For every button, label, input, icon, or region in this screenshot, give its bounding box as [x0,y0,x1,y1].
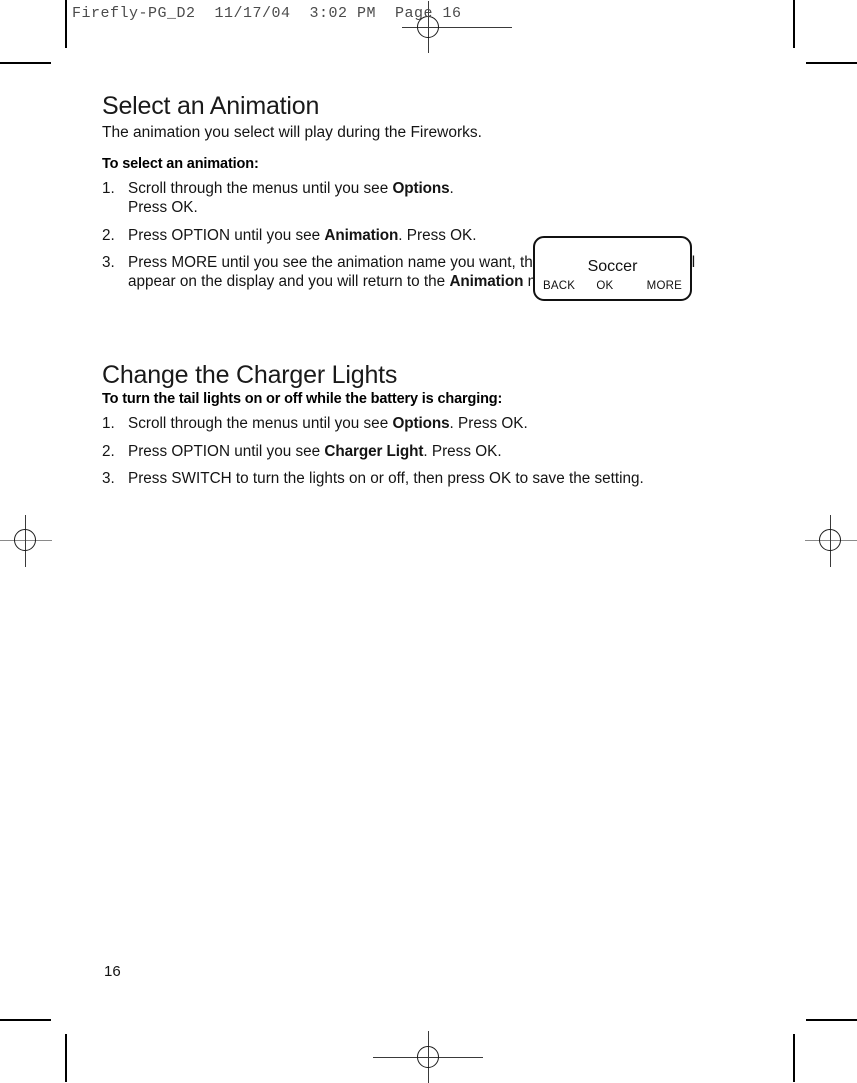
page-number: 16 [104,963,121,980]
crop-mark-top-left-horizontal [0,62,51,64]
step-text: Press SWITCH to turn the lights on or of… [128,470,644,488]
emphasis-text: Animation [324,226,399,244]
step-number: 3. [102,470,115,488]
emphasis-text: Options [392,415,450,433]
display-softkey-row: BACK OK MORE [543,280,682,292]
registration-mark-bottom-center-circle [417,1046,439,1068]
prepress-file-stamp: Firefly-PG_D2 11/17/04 3:02 PM Page 16 [72,5,462,22]
crop-mark-bottom-right-horizontal [806,1019,857,1021]
crop-mark-bottom-left-horizontal [0,1019,51,1021]
procedure-heading-secondary: To turn the tail lights on or off while … [102,391,503,408]
step-text: Scroll through the menus until you see O… [128,415,528,433]
procedure-steps-secondary: 1. Scroll through the menus until you see… [102,415,722,489]
crop-mark-top-right-horizontal [806,62,857,64]
section-intro-text: The animation you select will play durin… [102,123,482,141]
registration-mark-bottom-center [373,1031,483,1083]
emphasis-text: Options [392,180,450,198]
softkey-ok-label: OK [596,280,614,292]
step-number: 1. [102,415,115,433]
procedure-step: 3. Press SWITCH to turn the lights on or … [102,470,722,489]
step-text: Press OPTION until you see Charger Light… [128,442,502,460]
section-change-the-charger-lights: Change the Charger Lights To turn the ta… [102,361,722,489]
procedure-step: 1. Scroll through the menus until you see… [102,415,722,434]
registration-mark-right-circle [819,529,841,551]
step-text: Press OPTION until you see Animation. Pr… [128,226,477,244]
crop-mark-bottom-left-vertical [65,1034,67,1082]
step-number: 2. [102,442,115,460]
step-text: Scroll through the menus until you see O… [128,180,454,216]
softkey-more-label: MORE [646,280,682,292]
emphasis-text: Animation [449,272,524,290]
crop-mark-top-right-vertical [793,0,795,48]
procedure-heading: To select an animation: [102,156,259,173]
device-display-illustration: Soccer BACK OK MORE [533,236,692,301]
section-title-secondary: Change the Charger Lights [102,360,398,389]
step-number: 1. [102,180,115,198]
procedure-step: 1. Scroll through the menus until you see… [102,180,722,217]
registration-mark-right [805,515,857,567]
step-number: 2. [102,226,115,244]
procedure-step: 2. Press OPTION until you see Charger Lig… [102,443,722,462]
crop-mark-bottom-right-vertical [793,1034,795,1082]
page-title: Select an Animation [102,92,320,120]
softkey-back-label: BACK [543,280,576,292]
emphasis-text: Charger Light [324,442,424,460]
crop-mark-top-left-vertical [65,0,67,48]
registration-mark-left [0,515,52,567]
display-selected-animation-label: Soccer [587,258,638,275]
registration-mark-left-circle [14,529,36,551]
step-number: 3. [102,254,115,272]
